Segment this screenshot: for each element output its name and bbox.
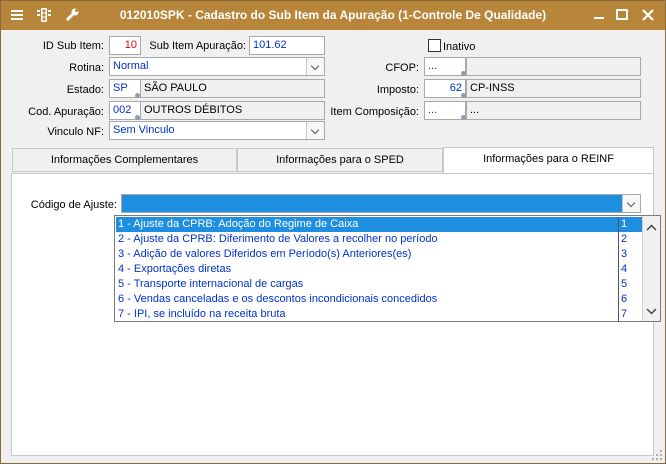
cfop-label: CFOP: [385, 62, 419, 74]
imposto-label: Imposto: [376, 84, 419, 96]
close-button[interactable] [639, 6, 657, 24]
tab-informacoes-complementares[interactable]: Informações Complementares [12, 148, 237, 172]
vinculo-nf-label: Vinculo NF: [47, 126, 104, 138]
main-window: 012010SPK - Cadastro do Sub Item da Apur… [0, 0, 666, 464]
cod-apuracao-label: Cod. Apuração: [28, 106, 104, 118]
list-item-code[interactable]: 7 [618, 307, 645, 322]
chevron-down-icon[interactable] [622, 195, 640, 212]
vinculo-nf-select[interactable]: Sem Vinculo [109, 121, 325, 140]
list-item[interactable]: 5 - Transporte internacional de cargas [116, 277, 620, 292]
cod-apuracao-description-field: OUTROS DÉBITOS [140, 101, 325, 120]
sub-item-apuracao-label: Sub Item Apuração: [149, 40, 246, 52]
list-item-code[interactable]: 2 [618, 232, 645, 247]
list-item-code[interactable]: 6 [618, 292, 645, 307]
cfop-description-field [466, 57, 641, 76]
list-item[interactable]: 7 - IPI, se incluído na receita bruta [116, 307, 620, 322]
list-item-code[interactable]: 3 [618, 247, 645, 262]
title-bar: 012010SPK - Cadastro do Sub Item da Apur… [1, 1, 665, 30]
estado-description-field: SÃO PAULO [140, 79, 325, 98]
sub-item-apuracao-field[interactable]: 101.62 [249, 36, 325, 55]
list-item[interactable]: 1 - Ajuste da CPRB: Adoção do Regime de … [116, 217, 620, 232]
inativo-label: Inativo [443, 41, 476, 53]
estado-label: Estado: [66, 84, 104, 96]
tab-informacoes-sped[interactable]: Informações para o SPED [237, 148, 443, 172]
cfop-code-field[interactable]: ... [424, 57, 466, 76]
item-composicao-code-field[interactable]: ... [424, 101, 466, 120]
list-item[interactable]: 4 - Exportações diretas [116, 262, 620, 277]
chevron-down-icon[interactable] [306, 122, 324, 139]
maximize-button[interactable] [613, 6, 631, 24]
inativo-checkbox[interactable] [428, 39, 441, 52]
list-item[interactable]: 3 - Adição de valores Diferidos em Perío… [116, 247, 620, 262]
imposto-description-field: CP-INSS [466, 79, 641, 98]
id-sub-item-label: ID Sub Item: [42, 40, 104, 52]
resize-grip-icon[interactable] [651, 449, 663, 461]
rotina-value: Normal [113, 60, 149, 72]
window-title: 012010SPK - Cadastro do Sub Item da Apur… [119, 8, 547, 22]
list-item-code[interactable]: 5 [618, 277, 645, 292]
dropdown-scrollbar[interactable] [642, 216, 660, 321]
codigo-ajuste-label: Código de Ajuste: [30, 199, 117, 211]
chevron-down-icon[interactable] [306, 58, 324, 75]
imposto-code-field[interactable]: 62 [424, 79, 466, 98]
list-item-code[interactable]: 4 [618, 262, 645, 277]
vinculo-nf-value: Sem Vinculo [113, 124, 175, 136]
chevron-down-icon[interactable] [643, 304, 660, 319]
chevron-up-icon[interactable] [643, 220, 660, 235]
codigo-ajuste-dropdown-list: 1 - Ajuste da CPRB: Adoção do Regime de … [114, 215, 661, 322]
list-item[interactable]: 2 - Ajuste da CPRB: Diferimento de Valor… [116, 232, 620, 247]
item-composicao-label: Item Composição: [330, 106, 419, 118]
id-sub-item-field[interactable]: 10 [109, 36, 141, 55]
rotina-label: Rotina: [69, 62, 104, 74]
rotina-select[interactable]: Normal [109, 57, 325, 76]
list-item[interactable]: 6 - Vendas canceladas e os descontos inc… [116, 292, 620, 307]
codigo-ajuste-select[interactable] [121, 194, 641, 213]
list-item-code[interactable]: 1 [618, 217, 645, 232]
item-composicao-description-field: ... [466, 101, 641, 120]
tab-informacoes-reinf[interactable]: Informações para o REINF [443, 147, 654, 173]
minimize-button[interactable] [590, 6, 608, 24]
